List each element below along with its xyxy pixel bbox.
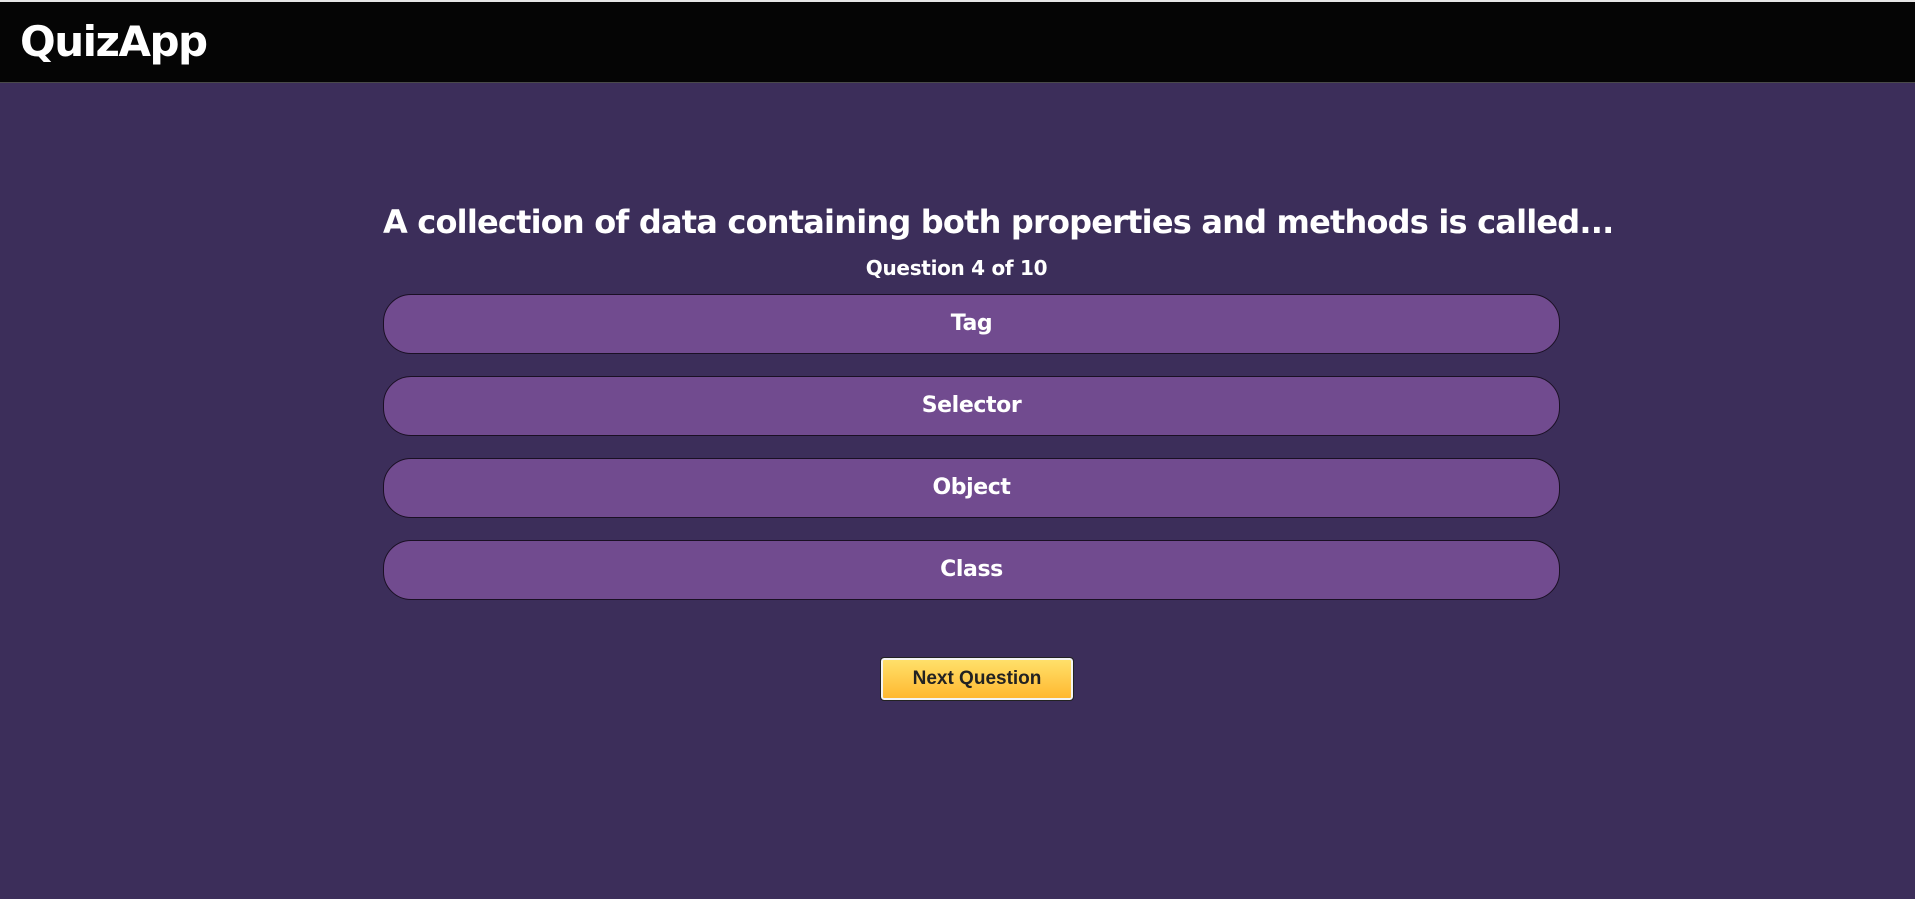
- answer-option-class[interactable]: Class: [383, 540, 1560, 600]
- question-text: A collection of data containing both pro…: [383, 203, 1614, 241]
- answer-list: Tag Selector Object Class: [383, 294, 1560, 600]
- navbar: QuizApp: [0, 2, 1915, 83]
- answer-option-selector[interactable]: Selector: [383, 376, 1560, 436]
- next-button-wrapper: Next Question: [880, 657, 1074, 701]
- question-progress: Question 4 of 10: [865, 256, 1048, 280]
- answer-option-object[interactable]: Object: [383, 458, 1560, 518]
- quiz-container: A collection of data containing both pro…: [383, 190, 1614, 622]
- app-logo[interactable]: QuizApp: [20, 18, 208, 66]
- next-question-button[interactable]: Next Question: [880, 657, 1074, 701]
- answer-option-tag[interactable]: Tag: [383, 294, 1560, 354]
